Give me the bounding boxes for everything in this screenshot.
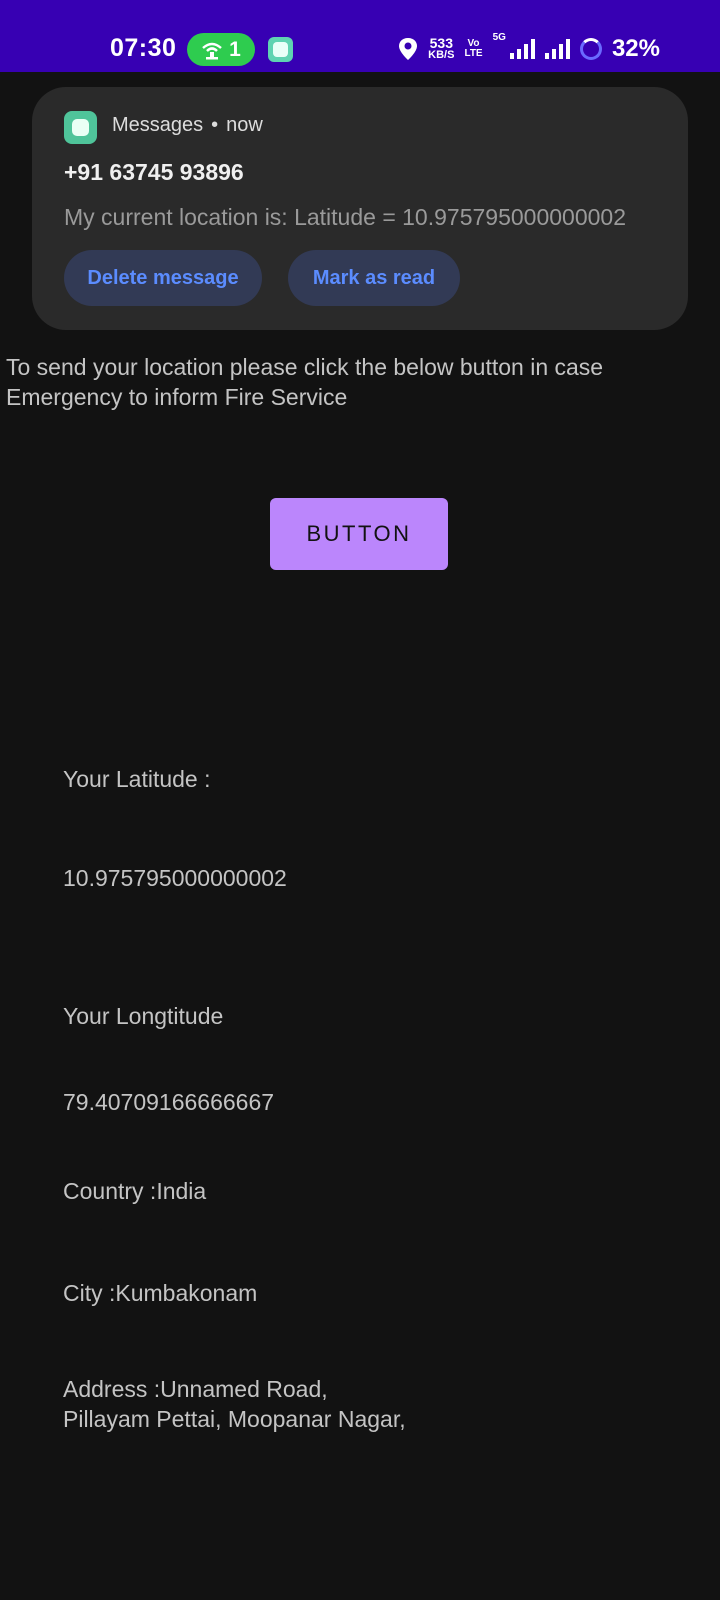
longitude-value: 79.40709166666667: [63, 1089, 275, 1115]
notification-app-name: Messages: [112, 114, 204, 136]
city-text: City :Kumbakonam: [63, 1280, 258, 1306]
hotspot-indicator[interactable]: 1: [187, 33, 255, 66]
status-bar: 07:30 1 533 KB/S Vo LTE 5G 32%: [0, 0, 720, 72]
battery-icon: [579, 38, 602, 60]
messages-notification-icon: [268, 37, 293, 62]
battery-percentage: 32%: [611, 35, 660, 62]
messages-app-icon: [64, 111, 97, 144]
notification-header: Messages • now: [112, 114, 263, 137]
longitude-label: Your Longtitude: [63, 1003, 224, 1029]
signal-strength-icon-sim2: [544, 39, 570, 59]
latitude-value: 10.975795000000002: [63, 865, 287, 891]
instruction-text: To send your location please click the b…: [6, 354, 604, 410]
address-line-2: Pillayam Pettai, Moopanar Nagar,: [63, 1406, 406, 1432]
notification-time: now: [226, 114, 263, 136]
network-speed: 533 KB/S: [428, 35, 455, 61]
send-location-button[interactable]: BUTTON: [270, 498, 448, 570]
delete-message-button[interactable]: Delete message: [64, 250, 262, 306]
notification-sender: +91 63745 93896: [64, 159, 244, 185]
header-separator: •: [211, 114, 219, 136]
hotspot-count: 1: [229, 37, 241, 61]
status-time: 07:30: [110, 34, 177, 62]
hotspot-icon: [202, 42, 222, 59]
signal-strength-icon-sim1: [509, 39, 535, 59]
status-icons: 533 KB/S Vo LTE 5G 32%: [398, 32, 660, 66]
message-notification[interactable]: Messages • now +91 63745 93896 My current …: [32, 87, 688, 330]
network-type: 5G: [492, 32, 506, 43]
latitude-label: Your Latitude :: [63, 766, 211, 792]
volte-indicator: Vo LTE: [464, 38, 483, 59]
address-text: Address :Unnamed Road, Pillayam Pettai, …: [63, 1374, 406, 1434]
mark-as-read-button[interactable]: Mark as read: [288, 250, 460, 306]
country-text: Country :India: [63, 1178, 207, 1204]
address-line-1: Address :Unnamed Road,: [63, 1376, 328, 1402]
location-icon: [399, 38, 418, 60]
notification-body: My current location is: Latitude = 10.97…: [64, 204, 626, 230]
